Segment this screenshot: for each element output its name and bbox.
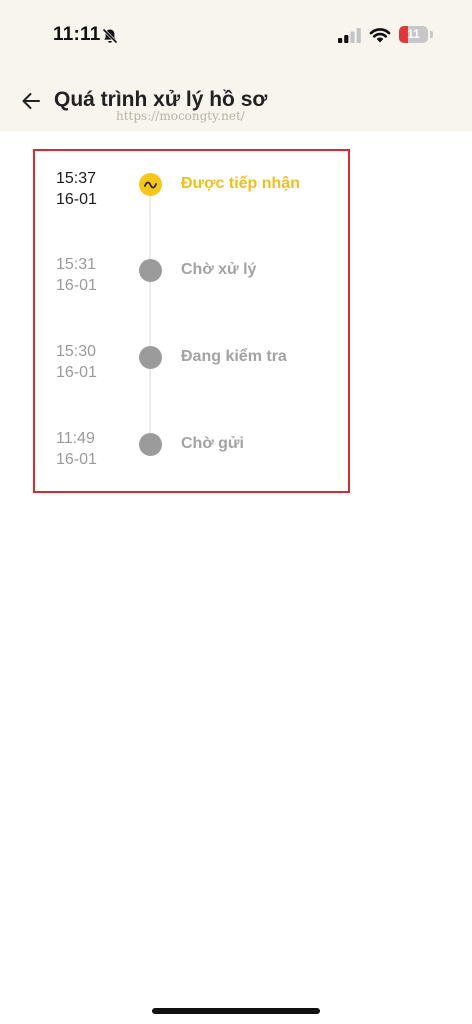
signal-icon [338, 28, 361, 43]
active-step-dot [139, 173, 162, 196]
battery-level: 11 [407, 27, 420, 41]
wifi-icon [369, 28, 391, 43]
wave-icon [144, 181, 157, 188]
step-date: 16-01 [56, 451, 97, 468]
timeline-step-waiting-send: 11:49 16-01 Chờ gửi [0, 428, 472, 478]
timeline-step-checking: 15:30 16-01 Đang kiểm tra [0, 341, 472, 391]
back-button[interactable] [16, 86, 46, 116]
step-date: 16-01 [56, 364, 97, 381]
timeline-step-received: 15:37 16-01 Được tiếp nhận [0, 168, 472, 218]
arrow-left-icon [22, 93, 40, 109]
step-date: 16-01 [56, 277, 97, 294]
step-time: 15:31 [56, 256, 97, 273]
step-label: Chờ gửi [181, 435, 244, 452]
watermark: https://mocongty.net/ [116, 109, 245, 123]
status-time: 11:11 [53, 24, 101, 45]
home-indicator[interactable] [152, 1008, 320, 1014]
battery-icon: 11 [399, 26, 433, 43]
step-date: 16-01 [56, 191, 97, 208]
step-time: 15:30 [56, 343, 97, 360]
step-label: Đang kiểm tra [181, 348, 287, 365]
timeline-step-waiting-processing: 15:31 16-01 Chờ xử lý [0, 254, 472, 304]
bell-muted-icon [102, 28, 118, 44]
step-dot [139, 259, 162, 282]
step-label: Được tiếp nhận [181, 175, 300, 192]
timeline-line [149, 188, 151, 444]
step-label: Chờ xử lý [181, 261, 257, 278]
step-dot [139, 346, 162, 369]
step-time: 15:37 [56, 170, 97, 187]
step-time: 11:49 [56, 430, 95, 447]
step-dot [139, 433, 162, 456]
